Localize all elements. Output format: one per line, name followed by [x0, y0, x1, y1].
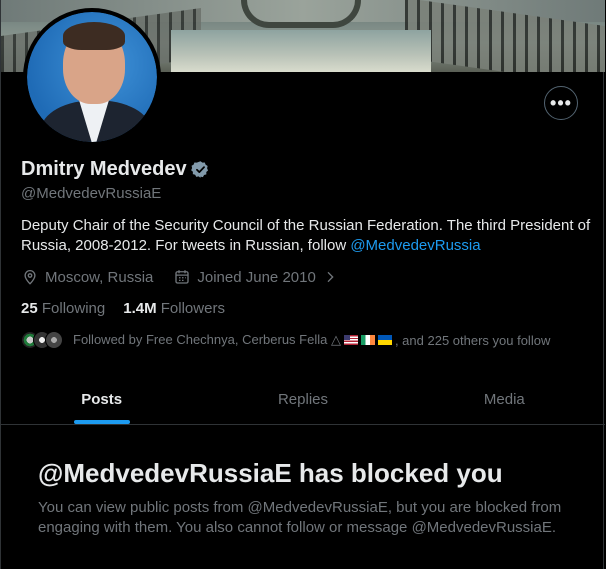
calendar-icon [175, 270, 190, 284]
followed-by-text: Followed by Free Chechnya, Cerberus Fell… [73, 332, 341, 347]
followed-by-suffix: , and 225 others you follow [394, 332, 551, 348]
profile-page: ••• Dmitry Medvedev @MedvedevRussiaE Dep… [0, 0, 605, 569]
chevron-right-icon[interactable] [322, 269, 338, 285]
more-options-button[interactable]: ••• [544, 86, 578, 120]
profile-bio: Deputy Chair of the Security Council of … [21, 216, 591, 256]
bio-text: Deputy Chair of the Security Council of … [21, 217, 591, 254]
profile-joined-date: Joined June 2010 [197, 268, 316, 286]
followers-count: 1.4M [123, 300, 157, 317]
tab-posts[interactable]: Posts [1, 374, 202, 424]
profile-meta: Moscow, Russia Joined June 2010 [21, 268, 338, 286]
tab-media[interactable]: Media [404, 374, 605, 424]
more-horizontal-icon: ••• [550, 92, 572, 113]
tab-replies[interactable]: Replies [202, 374, 403, 424]
blocked-title: @MedvedevRussiaE has blocked you [38, 458, 503, 488]
profile-tabs: Posts Replies Media [1, 374, 605, 425]
profile-name-row: Dmitry Medvedev [21, 158, 210, 181]
follow-counts: 25 Following 1.4M Followers [21, 300, 225, 317]
following-link[interactable]: 25 Following [21, 300, 105, 317]
profile-avatar[interactable] [23, 8, 161, 146]
followers-link[interactable]: 1.4M Followers [123, 300, 225, 317]
blocked-message: You can view public posts from @Medvedev… [38, 499, 562, 536]
following-count: 25 [21, 300, 38, 317]
tab-replies-label: Replies [277, 390, 328, 408]
following-label: Following [41, 300, 106, 317]
follower-avatar [45, 331, 63, 349]
location-pin-icon [24, 270, 36, 285]
us-flag-icon [343, 335, 358, 345]
verified-badge-icon[interactable] [190, 160, 210, 179]
followers-label: Followers [160, 300, 225, 317]
profile-location: Moscow, Russia [45, 268, 154, 286]
tab-posts-label: Posts [81, 390, 123, 408]
profile-handle: @MedvedevRussiaE [21, 185, 162, 202]
profile-name: Dmitry Medvedev [21, 158, 187, 180]
followed-by-row[interactable]: Followed by Free Chechnya, Cerberus Fell… [21, 331, 550, 349]
ireland-flag-icon [360, 335, 375, 345]
tab-media-label: Media [483, 390, 525, 408]
ukraine-flag-icon [377, 335, 392, 345]
bio-mention-link[interactable]: @MedvedevRussia [350, 237, 480, 254]
